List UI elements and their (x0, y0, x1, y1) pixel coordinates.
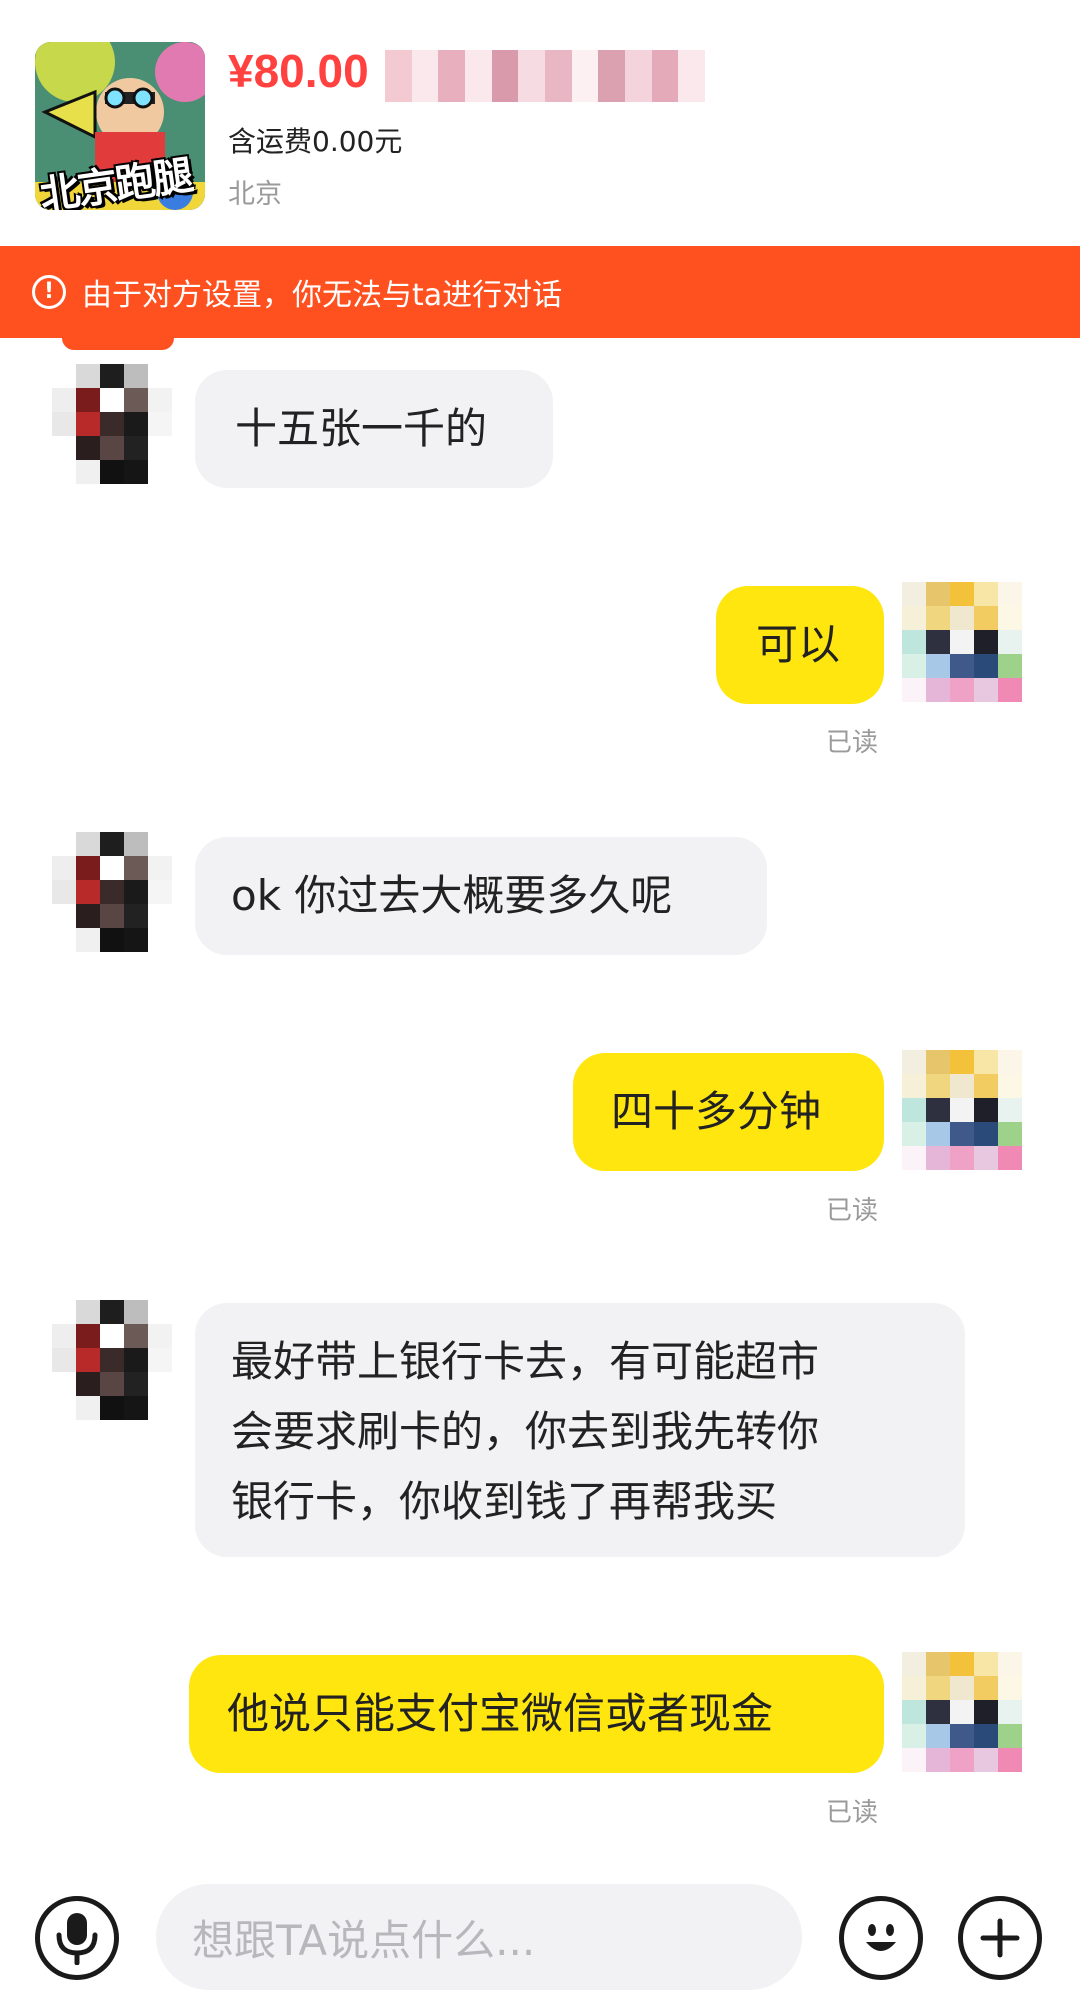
read-status: 已读 (826, 1798, 879, 1828)
message-bubble[interactable]: 十五张一千的 (195, 370, 553, 488)
message-text-line: 会要求刷卡的，你去到我先转你 (231, 1407, 820, 1456)
message-text-line: 最好带上银行卡去，有可能超市 (231, 1337, 820, 1386)
message-input[interactable]: 想跟TA说点什么... (156, 1884, 802, 1990)
blocked-banner: ! 由于对方设置，你无法与ta进行对话 (0, 246, 1080, 338)
more-button[interactable] (958, 1896, 1042, 1980)
input-bar: 想跟TA说点什么... (0, 1870, 1080, 1999)
message-text: ok 你过去大概要多久呢 (231, 871, 673, 920)
message-text: 四十多分钟 (611, 1087, 822, 1136)
message-bubble[interactable]: 最好带上银行卡去，有可能超市 会要求刷卡的，你去到我先转你 银行卡，你收到钱了再… (195, 1303, 965, 1557)
product-card[interactable]: 北京跑腿 ¥80.00 含运费0.00元 北京 (0, 0, 1080, 246)
voice-button[interactable] (35, 1896, 119, 1980)
other-avatar[interactable] (52, 1300, 172, 1420)
exclamation-circle-icon: ! (32, 275, 66, 309)
product-thumbnail[interactable]: 北京跑腿 (35, 42, 205, 210)
chat-screen: 北京跑腿 ¥80.00 含运费0.00元 北京 ! 由于对方设置，你无法与ta进… (0, 0, 1080, 1999)
shipping-fee: 含运费0.00元 (228, 125, 403, 158)
banner-tab (62, 338, 174, 350)
my-avatar[interactable] (902, 582, 1022, 702)
blurred-title (385, 50, 706, 102)
my-avatar[interactable] (902, 1652, 1022, 1772)
other-avatar[interactable] (52, 364, 172, 484)
emoji-icon (866, 1924, 896, 1951)
microphone-icon (56, 1913, 98, 1965)
other-avatar[interactable] (52, 832, 172, 952)
message-text-line: 银行卡，你收到钱了再帮我买 (231, 1477, 778, 1526)
plus-icon (980, 1918, 1020, 1958)
message-bubble[interactable]: 四十多分钟 (573, 1053, 884, 1171)
product-location: 北京 (228, 179, 282, 210)
message-text: 他说只能支付宝微信或者现金 (227, 1689, 774, 1738)
read-status: 已读 (826, 1196, 879, 1226)
emoji-button[interactable] (839, 1896, 923, 1980)
message-text: 十五张一千的 (235, 404, 488, 453)
my-avatar[interactable] (902, 1050, 1022, 1170)
message-bubble[interactable]: 可以 (716, 586, 884, 704)
blocked-banner-text: 由于对方设置，你无法与ta进行对话 (82, 278, 563, 313)
message-input-placeholder: 想跟TA说点什么... (192, 1915, 536, 1965)
message-bubble[interactable]: 他说只能支付宝微信或者现金 (189, 1655, 884, 1773)
message-bubble[interactable]: ok 你过去大概要多久呢 (195, 837, 767, 955)
message-text: 可以 (756, 620, 841, 669)
read-status: 已读 (826, 728, 879, 758)
product-price: ¥80.00 (228, 45, 369, 97)
